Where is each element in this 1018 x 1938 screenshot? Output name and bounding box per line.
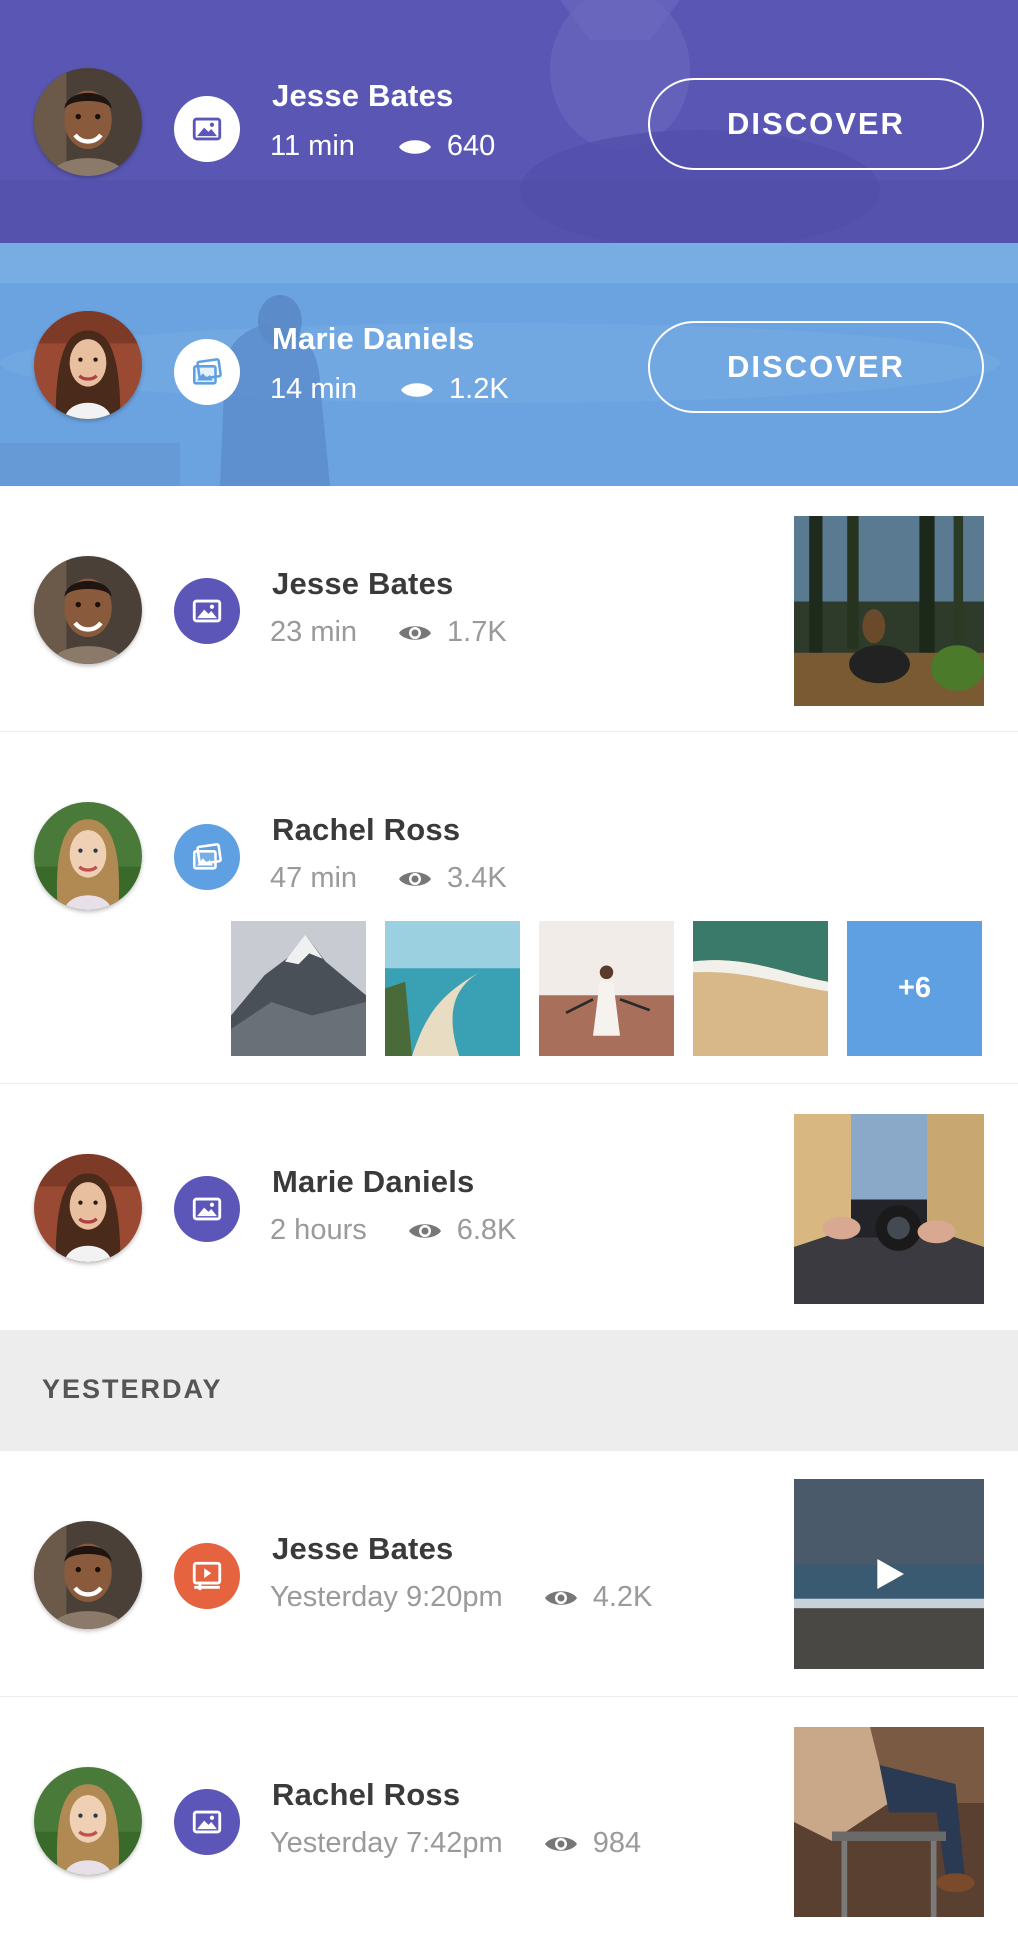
image-icon [174, 578, 240, 644]
eye-icon [543, 1832, 579, 1856]
man-avatar-icon [34, 556, 142, 664]
eye-icon [399, 378, 435, 402]
post-thumbnail[interactable] [794, 1479, 984, 1669]
view-count: 1.2K [449, 373, 509, 405]
section-header: YESTERDAY [0, 1330, 1018, 1451]
post-meta: 11 min 640 [270, 130, 495, 163]
chair-photo-icon [794, 1727, 984, 1917]
avatar[interactable] [34, 1767, 142, 1875]
view-count: 984 [592, 1827, 642, 1859]
post-time: 14 min [270, 373, 358, 405]
view-count: 3.4K [447, 862, 507, 894]
post-meta: 14 min 1.2K [270, 373, 509, 406]
feed-row[interactable]: Rachel Ross Yesterday 7:42pm 984 [0, 1697, 1018, 1938]
gallery-photo[interactable] [693, 921, 828, 1056]
play-icon[interactable] [869, 1554, 909, 1594]
more-photos-button[interactable]: +6 [847, 921, 982, 1056]
author-name[interactable]: Rachel Ross [272, 1777, 460, 1813]
view-count: 4.2K [592, 1581, 653, 1613]
eye-icon [543, 1586, 579, 1610]
gallery-icon [174, 824, 240, 890]
gallery-photo[interactable] [539, 921, 674, 1056]
avatar[interactable] [34, 802, 142, 910]
feed-row[interactable]: Marie Daniels 2 hours 6.8K [0, 1084, 1018, 1330]
post-time: Yesterday 9:20pm [270, 1581, 503, 1613]
image-icon [174, 1789, 240, 1855]
video-icon [174, 1543, 240, 1609]
gallery-icon [174, 339, 240, 405]
avatar[interactable] [34, 1154, 142, 1262]
mountain-photo-icon [231, 921, 366, 1056]
woman-avatar-icon [34, 802, 142, 910]
post-time: 2 hours [270, 1214, 367, 1246]
gallery-photo[interactable] [231, 921, 366, 1056]
post-meta: Yesterday 7:42pm 984 [270, 1827, 641, 1860]
post-time: 11 min [270, 130, 355, 162]
feed-row[interactable]: Jesse Bates 23 min 1.7K [0, 486, 1018, 732]
man-avatar-icon [34, 68, 142, 176]
woman-avatar-icon [34, 311, 142, 419]
author-name[interactable]: Jesse Bates [272, 566, 453, 602]
image-icon [174, 1176, 240, 1242]
camera-photo-icon [794, 1114, 984, 1304]
woman-avatar-icon [34, 1767, 142, 1875]
post-time: 47 min [270, 862, 358, 894]
post-meta: Yesterday 9:20pm 4.2K [270, 1581, 652, 1614]
post-time: 23 min [270, 616, 358, 648]
post-time: Yesterday 7:42pm [270, 1827, 503, 1859]
discover-button[interactable]: DISCOVER [648, 78, 984, 170]
avatar[interactable] [34, 68, 142, 176]
view-count: 640 [446, 130, 496, 162]
eye-icon [397, 135, 433, 159]
post-thumbnail[interactable] [794, 516, 984, 706]
eye-icon [407, 1219, 443, 1243]
desert-photo-icon [539, 921, 674, 1056]
featured-post-row[interactable]: Jesse Bates 11 min 640 DISCOVER [0, 0, 1018, 243]
author-name[interactable]: Rachel Ross [272, 812, 460, 848]
discover-button[interactable]: DISCOVER [648, 321, 984, 413]
author-name[interactable]: Marie Daniels [272, 1164, 474, 1200]
avatar[interactable] [34, 1521, 142, 1629]
woman-avatar-icon [34, 1154, 142, 1262]
coast-photo-icon [385, 921, 520, 1056]
eye-icon [397, 621, 433, 645]
feed-row[interactable]: Jesse Bates Yesterday 9:20pm 4.2K [0, 1451, 1018, 1697]
section-title: YESTERDAY [42, 1374, 223, 1404]
post-meta: 47 min 3.4K [270, 862, 507, 895]
author-name[interactable]: Marie Daniels [272, 321, 474, 357]
featured-post-row[interactable]: Marie Daniels 14 min 1.2K DISCOVER [0, 243, 1018, 486]
post-meta: 23 min 1.7K [270, 616, 507, 649]
author-name[interactable]: Jesse Bates [272, 1531, 453, 1567]
post-meta: 2 hours 6.8K [270, 1214, 516, 1247]
post-thumbnail[interactable] [794, 1727, 984, 1917]
forest-photo-icon [794, 516, 984, 706]
avatar[interactable] [34, 311, 142, 419]
view-count: 1.7K [447, 616, 507, 648]
post-thumbnail[interactable] [794, 1114, 984, 1304]
view-count: 6.8K [456, 1214, 517, 1246]
author-name[interactable]: Jesse Bates [272, 78, 453, 114]
photo-gallery: +6 [231, 921, 982, 1056]
image-icon [174, 96, 240, 162]
man-avatar-icon [34, 1521, 142, 1629]
beach-photo-icon [693, 921, 828, 1056]
eye-icon [397, 867, 433, 891]
avatar[interactable] [34, 556, 142, 664]
gallery-photo[interactable] [385, 921, 520, 1056]
